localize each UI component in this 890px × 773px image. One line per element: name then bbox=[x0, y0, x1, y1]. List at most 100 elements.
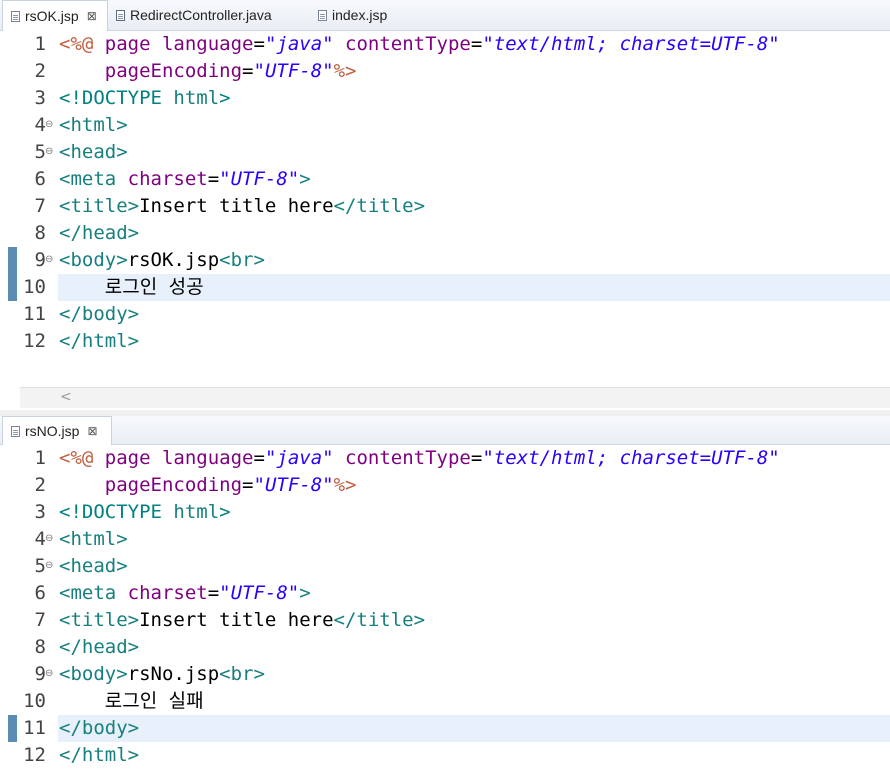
code-token: > bbox=[299, 582, 311, 604]
code-line[interactable]: 7 <title>Insert title here</title> bbox=[0, 607, 890, 634]
tab-rsok-jsp[interactable]: rsOK.jsp ⊠ bbox=[2, 0, 108, 31]
code-token: </title> bbox=[333, 195, 426, 217]
line-number: 3 bbox=[34, 87, 46, 109]
code-line[interactable]: 12 </html> bbox=[0, 328, 890, 355]
tab-rsno-jsp[interactable]: rsNO.jsp ⊠ bbox=[2, 416, 112, 445]
code-token: > bbox=[299, 168, 311, 190]
editor-tab-bar: rsNO.jsp ⊠ bbox=[0, 416, 890, 445]
close-icon[interactable]: ⊠ bbox=[87, 9, 97, 23]
code-line[interactable]: 8 </head> bbox=[0, 634, 890, 661]
file-icon bbox=[318, 9, 327, 21]
code-token: pageEncoding bbox=[104, 474, 243, 496]
line-number: 11 bbox=[23, 717, 46, 739]
code-token: </body> bbox=[59, 717, 140, 739]
tab-label: RedirectController.java bbox=[130, 7, 272, 23]
tab-index-jsp[interactable]: index.jsp bbox=[310, 0, 410, 30]
line-number: 9 bbox=[34, 249, 46, 271]
code-line[interactable]: 5 ⊖ <head> bbox=[0, 139, 890, 166]
code-token: = bbox=[207, 582, 220, 604]
tab-label: index.jsp bbox=[332, 7, 388, 23]
code-line[interactable]: 6 <meta charset="UTF-8"> bbox=[0, 580, 890, 607]
line-number: 12 bbox=[23, 744, 46, 766]
code-token: page bbox=[104, 33, 162, 55]
line-number: 8 bbox=[34, 222, 46, 244]
line-number: 12 bbox=[23, 330, 46, 352]
code-token: = bbox=[470, 447, 483, 469]
code-token: rsNo.jsp bbox=[127, 663, 220, 685]
code-line[interactable]: 6 <meta charset="UTF-8"> bbox=[0, 166, 890, 193]
line-number: 10 bbox=[23, 690, 46, 712]
code-text: pageEncoding="UTF-8"%> bbox=[59, 472, 357, 499]
code-editor[interactable]: 1 <%@ page language="java" contentType="t… bbox=[0, 31, 890, 355]
code-token: <meta bbox=[59, 582, 128, 604]
file-icon bbox=[11, 425, 20, 437]
scroll-left-arrow-icon[interactable]: < bbox=[60, 389, 72, 405]
editor-tab-bar: rsOK.jsp ⊠ RedirectController.java index… bbox=[0, 0, 890, 31]
fold-toggle-icon[interactable]: ⊖ bbox=[45, 120, 55, 130]
code-line[interactable]: 3 <!DOCTYPE html> bbox=[0, 499, 890, 526]
code-line[interactable]: 5 ⊖ <head> bbox=[0, 553, 890, 580]
line-number: 6 bbox=[34, 582, 46, 604]
code-token: </head> bbox=[59, 222, 140, 244]
tab-redirectcontroller-java[interactable]: RedirectController.java bbox=[108, 0, 308, 30]
code-token: <!DOCTYPE bbox=[59, 501, 174, 523]
fold-toggle-icon[interactable]: ⊖ bbox=[45, 255, 55, 265]
fold-toggle-icon[interactable]: ⊖ bbox=[45, 561, 55, 571]
java-file-icon bbox=[116, 9, 125, 21]
code-line[interactable]: 10 로그인 성공 bbox=[0, 274, 890, 301]
line-number: 9 bbox=[34, 663, 46, 685]
editor-pane-bottom: rsNO.jsp ⊠ 1 <%@ page language="java" con… bbox=[0, 416, 890, 773]
code-token: = bbox=[242, 60, 254, 82]
code-token: </html> bbox=[59, 744, 140, 766]
line-number: 2 bbox=[34, 60, 46, 82]
code-token: <body> bbox=[59, 249, 128, 271]
fold-toggle-icon[interactable]: ⊖ bbox=[45, 534, 55, 544]
code-token: language bbox=[161, 447, 254, 469]
code-line[interactable]: 12 </html> bbox=[0, 742, 890, 769]
code-editor[interactable]: 1 <%@ page language="java" contentType="t… bbox=[0, 445, 890, 769]
code-line[interactable]: 3 <!DOCTYPE html> bbox=[0, 85, 890, 112]
code-token: <head> bbox=[59, 141, 128, 163]
code-text: <!DOCTYPE html> bbox=[59, 499, 231, 526]
code-token: <br> bbox=[219, 249, 265, 271]
code-token: <!DOCTYPE bbox=[59, 87, 174, 109]
code-text: <html> bbox=[59, 526, 128, 553]
code-line[interactable]: 10 로그인 실패 bbox=[0, 688, 890, 715]
close-icon[interactable]: ⊠ bbox=[87, 424, 97, 438]
fold-toggle-icon[interactable]: ⊖ bbox=[45, 669, 55, 679]
code-token: charset bbox=[127, 582, 208, 604]
code-token: html bbox=[173, 501, 220, 523]
code-line[interactable]: 2 pageEncoding="UTF-8"%> bbox=[0, 472, 890, 499]
code-text: </body> bbox=[59, 715, 139, 742]
code-text: </html> bbox=[59, 328, 139, 355]
code-token: <%@ bbox=[59, 33, 105, 55]
code-line[interactable]: 1 <%@ page language="java" contentType="t… bbox=[0, 445, 890, 472]
code-line[interactable]: 8 </head> bbox=[0, 220, 890, 247]
code-line[interactable]: 4 ⊖ <html> bbox=[0, 112, 890, 139]
code-token: = bbox=[242, 474, 254, 496]
code-text: <meta charset="UTF-8"> bbox=[59, 580, 311, 607]
code-line[interactable]: 9 ⊖ <body>rsOK.jsp<br> bbox=[0, 247, 890, 274]
code-text: <meta charset="UTF-8"> bbox=[59, 166, 311, 193]
line-number: 10 bbox=[23, 276, 46, 298]
code-token: %> bbox=[333, 474, 357, 496]
code-line[interactable]: 11 </body> bbox=[0, 301, 890, 328]
code-token: <br> bbox=[219, 663, 265, 685]
code-token: </title> bbox=[333, 609, 426, 631]
code-line[interactable]: 7 <title>Insert title here</title> bbox=[0, 193, 890, 220]
line-number: 3 bbox=[34, 501, 46, 523]
code-line[interactable]: 9 ⊖ <body>rsNo.jsp<br> bbox=[0, 661, 890, 688]
code-token: <%@ bbox=[59, 447, 105, 469]
horizontal-scrollbar[interactable]: < bbox=[20, 387, 890, 408]
line-number: 7 bbox=[34, 609, 46, 631]
code-line[interactable]: 2 pageEncoding="UTF-8"%> bbox=[0, 58, 890, 85]
code-line[interactable]: 11 </body> bbox=[0, 715, 890, 742]
code-line[interactable]: 4 ⊖ <html> bbox=[0, 526, 890, 553]
code-text: <title>Insert title here</title> bbox=[59, 193, 425, 220]
code-token: > bbox=[219, 87, 231, 109]
fold-toggle-icon[interactable]: ⊖ bbox=[45, 147, 55, 157]
code-line[interactable]: 1 <%@ page language="java" contentType="t… bbox=[0, 31, 890, 58]
